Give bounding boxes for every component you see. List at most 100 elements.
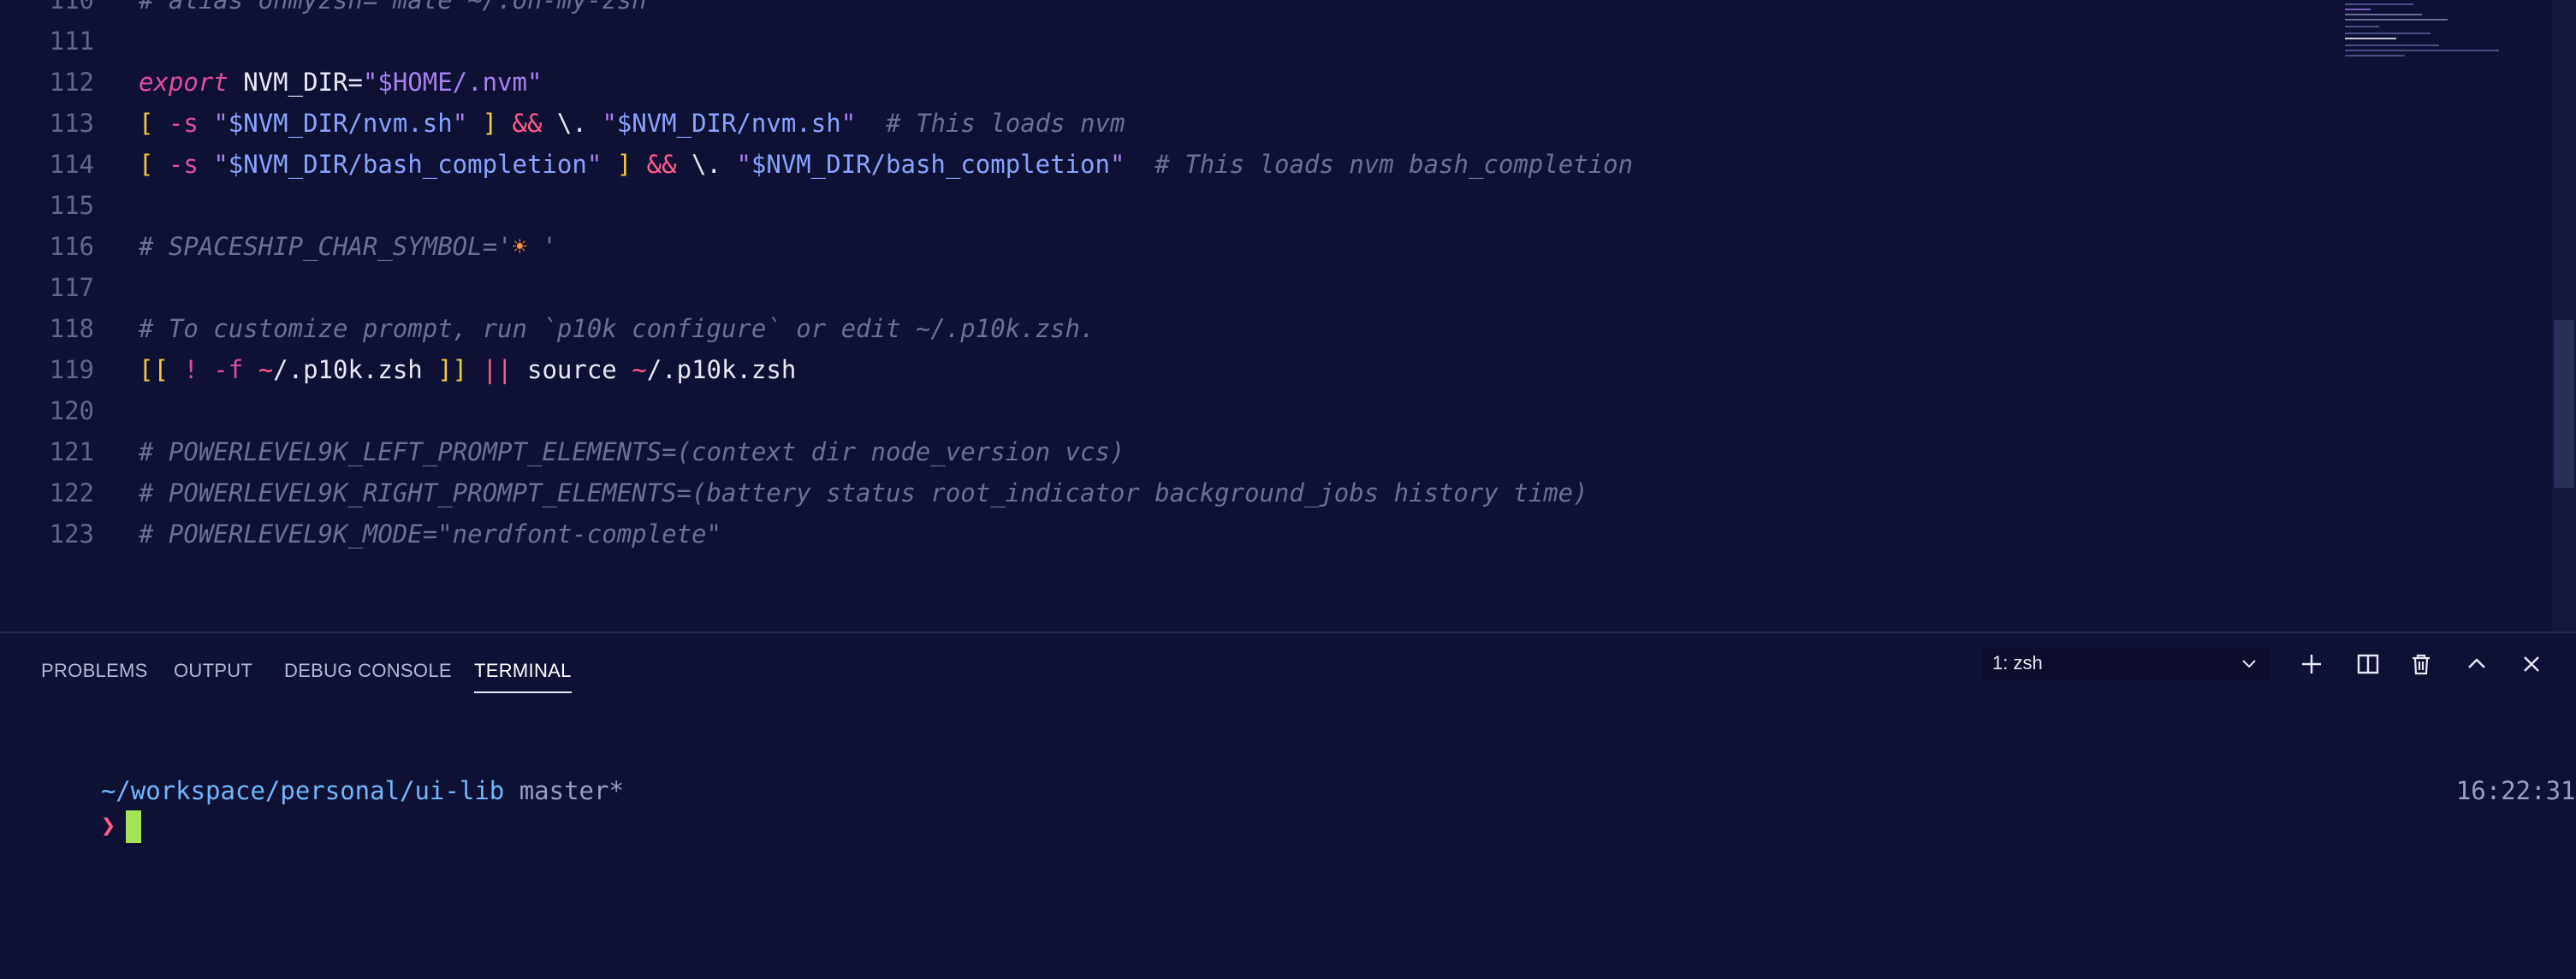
code-token: ! -f — [168, 355, 258, 384]
code-line[interactable]: 123 # POWERLEVEL9K_MODE="nerdfont-complet… — [0, 513, 2336, 555]
trash-icon[interactable] — [2404, 647, 2438, 681]
terminal-input-line[interactable]: ❯ — [41, 774, 142, 877]
code-token: "$HOME/.nvm" — [362, 68, 543, 97]
code-token: # POWERLEVEL9K_LEFT_PROMPT_ELEMENTS=(con… — [139, 437, 1125, 466]
code-editor[interactable]: 110 # alias ohmyzsh="mate ~/.oh-my-zsh" 11… — [0, 0, 2576, 632]
code-token: # POWERLEVEL9K_MODE="nerdfont-complete" — [139, 519, 721, 549]
terminal-time: 16:22:31 — [2396, 739, 2576, 842]
line-number: 113 — [49, 109, 94, 138]
editor-scrollbar-thumb[interactable] — [2554, 320, 2574, 488]
line-code: [[ ! -f ~/.p10k.zsh ]] || source ~/.p10k… — [139, 349, 796, 390]
editor-scrollbar-track[interactable] — [2552, 0, 2576, 632]
code-token: " — [213, 150, 229, 179]
plus-icon[interactable] — [2294, 647, 2329, 681]
code-token: # To customize prompt, run `p10k configu… — [139, 314, 1095, 343]
code-token: # alias ohmyzsh="mate ~/.oh-my-zsh" — [139, 0, 662, 15]
terminal-git-branch: master* — [519, 776, 624, 805]
line-number: 115 — [49, 191, 94, 220]
code-token: ] — [602, 150, 632, 179]
code-token: " — [840, 109, 857, 138]
line-number: 116 — [49, 232, 94, 261]
code-line[interactable]: 112 export NVM_DIR="$HOME/.nvm" — [0, 62, 2336, 103]
chevron-down-icon — [2242, 660, 2256, 668]
emoji-symbol: ☀ — [512, 232, 527, 261]
code-line[interactable]: 116 # SPACESHIP_CHAR_SYMBOL='☀ ' — [0, 226, 2336, 267]
line-code: # alias ohmyzsh="mate ~/.oh-my-zsh" — [139, 0, 662, 21]
code-token: # This loads nvm bash_completion — [1125, 150, 1634, 179]
tab-output[interactable]: OUTPUT — [174, 654, 252, 688]
minimap[interactable] — [2345, 0, 2550, 60]
close-icon[interactable] — [2514, 647, 2549, 681]
code-line[interactable]: 118 # To customize prompt, run `p10k conf… — [0, 308, 2336, 349]
line-number: 123 — [49, 519, 94, 549]
line-code: export NVM_DIR="$HOME/.nvm" — [139, 62, 542, 103]
code-token: [ — [139, 109, 154, 138]
code-token: || — [467, 355, 513, 384]
line-number: 122 — [49, 478, 94, 507]
code-token: [ — [139, 150, 154, 179]
terminal-time-text: 16:22:31 — [2455, 776, 2576, 805]
terminal-selector-value: 1: zsh — [1992, 652, 2043, 673]
code-line[interactable]: 111 — [0, 21, 2336, 62]
code-token: $NVM_DIR/bash_completion — [228, 150, 587, 179]
code-token: && — [497, 109, 543, 138]
code-line[interactable]: 110 # alias ohmyzsh="mate ~/.oh-my-zsh" — [0, 0, 2336, 21]
code-token: # SPACESHIP_CHAR_SYMBOL=' — [139, 232, 513, 261]
line-number: 111 — [49, 27, 94, 56]
line-number: 110 — [49, 0, 94, 15]
code-token: \. — [542, 109, 602, 138]
code-token: /.p10k.zsh — [273, 355, 438, 384]
code-token: ~ — [258, 355, 274, 384]
code-token: " — [1109, 150, 1125, 179]
code-token: # This loads nvm — [856, 109, 1125, 138]
code-token: -s — [153, 109, 214, 138]
code-token: ]] — [437, 355, 468, 384]
code-token: source — [512, 355, 632, 384]
code-line[interactable]: 117 — [0, 267, 2336, 308]
code-token: " — [213, 109, 229, 138]
code-token: " — [452, 109, 468, 138]
code-line[interactable]: 121 # POWERLEVEL9K_LEFT_PROMPT_ELEMENTS=(… — [0, 431, 2336, 472]
line-code: # POWERLEVEL9K_RIGHT_PROMPT_ELEMENTS=(ba… — [139, 472, 1588, 513]
code-line[interactable]: 119[[ ! -f ~/.p10k.zsh ]] || source ~/.p… — [0, 349, 2336, 390]
code-token: /.p10k.zsh — [646, 355, 797, 384]
tab-debug-console[interactable]: DEBUG CONSOLE — [284, 654, 452, 688]
code-token: [[ — [139, 355, 169, 384]
terminal-selector-dropdown[interactable]: 1: zsh — [1982, 647, 2270, 679]
code-token: ] — [467, 109, 498, 138]
line-number: 120 — [49, 396, 94, 425]
code-token: # POWERLEVEL9K_RIGHT_PROMPT_ELEMENTS=(ba… — [139, 478, 1588, 507]
code-line[interactable]: 113[ -s "$NVM_DIR/nvm.sh" ] && \. "$NVM_… — [0, 103, 2336, 144]
code-line[interactable]: 122 # POWERLEVEL9K_RIGHT_PROMPT_ELEMENTS=… — [0, 472, 2336, 513]
line-code: # To customize prompt, run `p10k configu… — [139, 308, 1095, 349]
tab-problems[interactable]: PROBLEMS — [41, 654, 148, 688]
code-token: $NVM_DIR/nvm.sh — [228, 109, 453, 138]
code-line[interactable]: 120 — [0, 390, 2336, 431]
line-number: 117 — [49, 273, 94, 302]
code-token: " — [602, 109, 617, 138]
code-token: NVM_DIR= — [228, 68, 363, 97]
code-line[interactable]: 115 — [0, 185, 2336, 226]
line-number: 121 — [49, 437, 94, 466]
tab-terminal[interactable]: TERMINAL — [474, 654, 572, 693]
code-line[interactable]: 114 [ -s "$NVM_DIR/bash_completion" ] && … — [0, 144, 2336, 185]
line-code: # POWERLEVEL9K_LEFT_PROMPT_ELEMENTS=(con… — [139, 431, 1125, 472]
chevron-up-icon[interactable] — [2460, 647, 2494, 681]
line-number: 119 — [49, 355, 94, 384]
line-code: # POWERLEVEL9K_MODE="nerdfont-complete" — [139, 513, 721, 555]
line-number: 114 — [49, 150, 94, 179]
code-token: ' — [526, 232, 557, 261]
code-token: ~ — [632, 355, 647, 384]
terminal-cwd: ~/workspace/personal/ui-lib — [100, 776, 505, 805]
bottom-panel: PROBLEMS OUTPUT DEBUG CONSOLE TERMINAL 1… — [0, 632, 2576, 979]
code-token: $NVM_DIR/nvm.sh — [616, 109, 841, 138]
code-token: -s — [153, 150, 214, 179]
code-token: " — [586, 150, 602, 179]
code-token: $NVM_DIR/bash_completion — [751, 150, 1110, 179]
line-number: 112 — [49, 68, 94, 97]
split-terminal-icon[interactable] — [2351, 647, 2385, 681]
code-token: export — [139, 68, 229, 97]
line-code: [ -s "$NVM_DIR/nvm.sh" ] && \. "$NVM_DIR… — [139, 103, 1125, 144]
line-number: 118 — [49, 314, 94, 343]
code-token: " — [736, 150, 751, 179]
